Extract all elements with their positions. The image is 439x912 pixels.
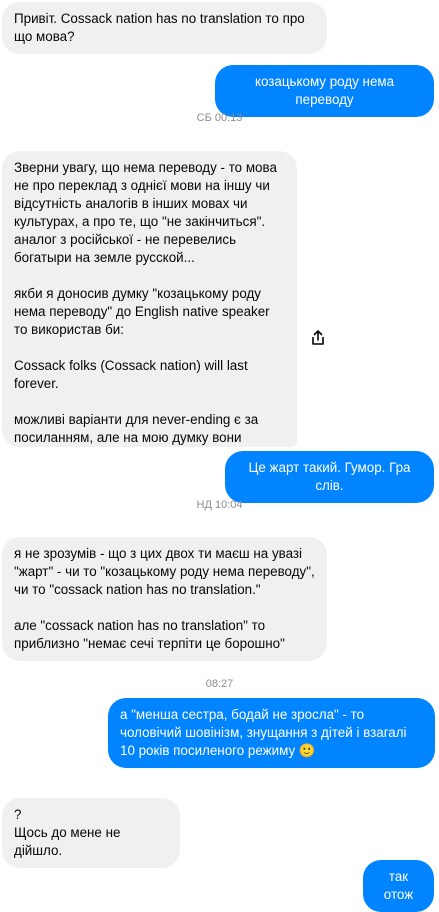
message-outgoing[interactable]: а "менша сестра, бодай не зросла" - то ч… [108,698,435,768]
message-incoming[interactable]: я не зрозумів - що з цих двох ти маєш на… [2,537,327,661]
message-incoming[interactable]: Зверни увагу, що нема переводу - то мова… [2,151,297,447]
timestamp: 08:27 [205,678,234,690]
message-incoming[interactable]: ? Щось до мене не дійшло. [2,798,180,868]
smile-emoji-icon: 🙂 [298,743,316,758]
message-incoming[interactable]: Привіт. Cossack nation has no translatio… [2,2,327,54]
share-icon [312,330,324,345]
share-button[interactable] [305,325,331,351]
timestamp: НД 10:04 [196,499,243,511]
message-text: а "менша сестра, бодай не зросла" - то ч… [120,707,407,758]
message-outgoing[interactable]: так отож [363,860,434,912]
timestamp: СБ 00:13 [196,112,243,124]
